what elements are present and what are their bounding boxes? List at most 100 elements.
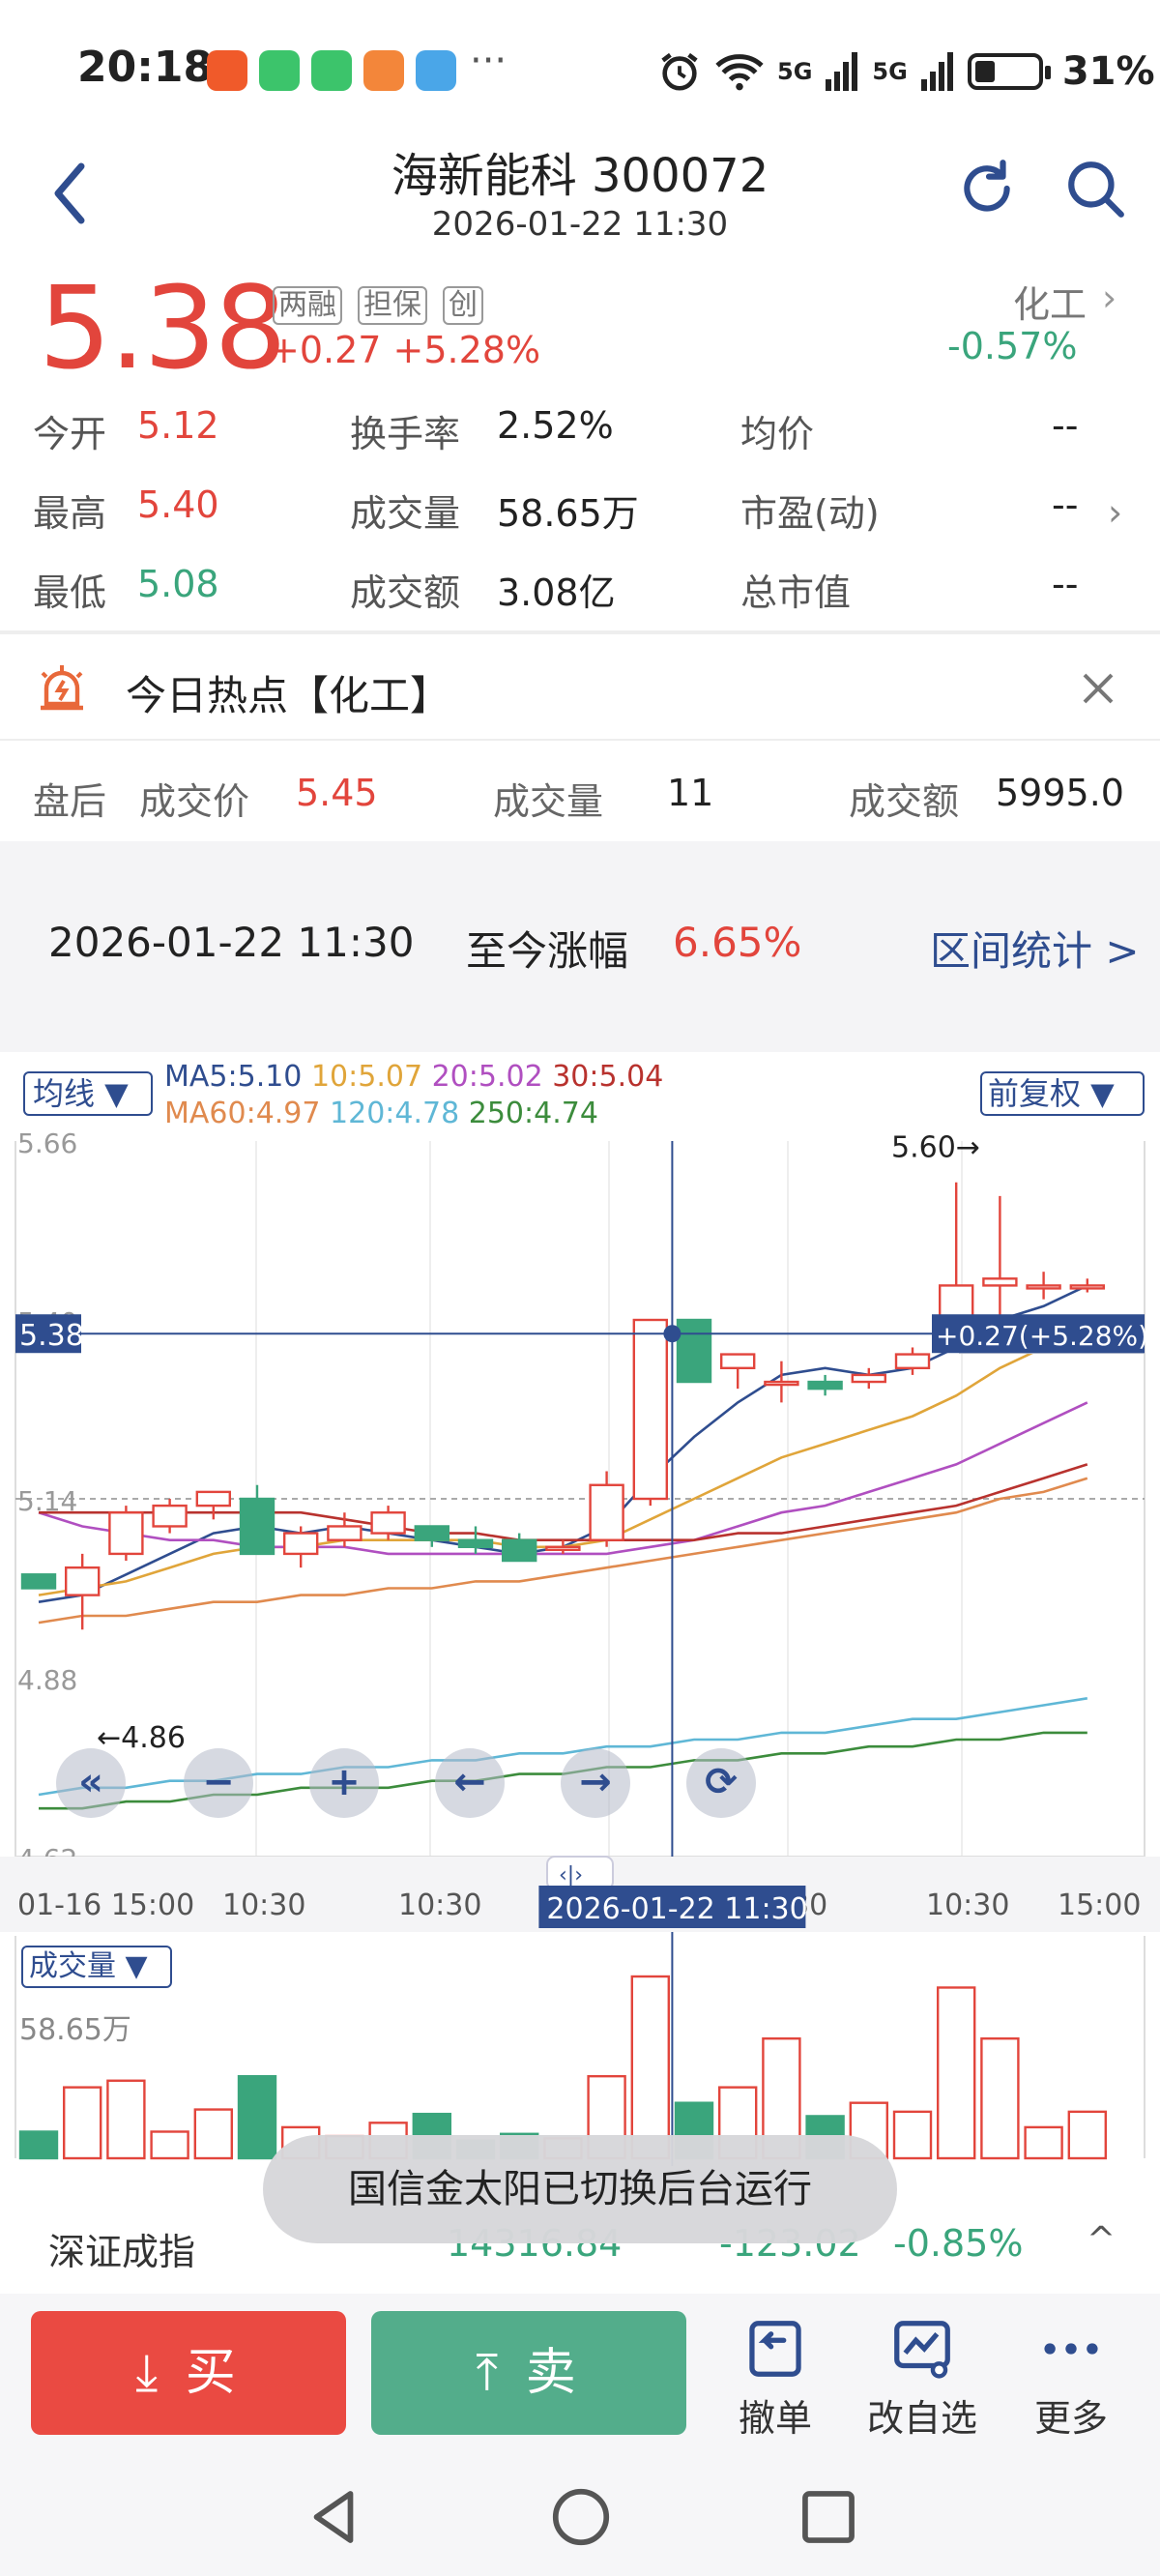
quote-label: 今开 (33, 413, 107, 455)
candle-body (152, 1504, 188, 1528)
candle-body (894, 1353, 931, 1370)
low-annotation: ←4.86 (97, 1721, 186, 1755)
buy-label: 买 (185, 2344, 242, 2402)
ma-legend-row1: MA5:5.10 10:5.07 20:5.02 30:5.04 (164, 1060, 663, 1094)
upload-arrow-icon: ⤒ (476, 2344, 505, 2402)
volume-bar (237, 2074, 277, 2160)
quote-value: -- (1052, 404, 1079, 447)
ma-select[interactable]: 均线 ▼ (23, 1071, 153, 1116)
index-name: 深证成指 (48, 2231, 196, 2273)
candle-body (764, 1380, 799, 1387)
after-hours-price: 5.45 (296, 772, 378, 814)
cancel-order-icon (749, 2321, 801, 2377)
quote-label: 换手率 (350, 413, 461, 455)
ma30-value: 30:5.04 (552, 1060, 664, 1094)
x-tick-label: 15:00 (1058, 1888, 1141, 1922)
x-tick-label: 10:30 (222, 1888, 305, 1922)
edit-watchlist-label: 改自选 (866, 2397, 977, 2440)
hotspot-banner[interactable]: 今日热点【化工】 (126, 663, 450, 722)
quote-value: 3.08亿 (497, 571, 616, 614)
volume-bar (980, 2036, 1020, 2160)
volume-bar (193, 2108, 234, 2160)
quote-label: 均价 (740, 413, 815, 455)
volume-bar (1024, 2125, 1063, 2160)
volume-select[interactable]: 成交量 ▼ (21, 1946, 172, 1988)
status-time: 20:18 (77, 43, 214, 92)
zoom-out-button[interactable]: − (184, 1748, 253, 1818)
candle-body (457, 1538, 494, 1549)
nav-back-icon[interactable] (300, 2483, 367, 2551)
after-hours-amount-label: 成交额 (849, 780, 960, 823)
notification-app-icon (363, 50, 404, 91)
alarm-bell-icon (41, 665, 83, 711)
book-app-icon (416, 50, 456, 91)
crosshair-price-label: 5.38 (19, 1319, 84, 1353)
toast-message: 国信金太阳已切换后台运行 (263, 2135, 897, 2243)
close-icon[interactable] (1075, 665, 1121, 712)
edit-watchlist-button[interactable]: 改自选 (845, 2315, 1000, 2441)
chart-right-button[interactable]: → (561, 1748, 630, 1818)
crosshair-dot (663, 1325, 682, 1343)
after-hours-price-label: 成交价 (139, 780, 250, 823)
tag-margin: 两融 (273, 286, 342, 325)
x-tick-label: 01-16 15:00 (17, 1888, 194, 1922)
more-dots-icon (1044, 2343, 1098, 2355)
chevron-right-icon[interactable]: › (1102, 277, 1116, 319)
y-tick-label: 4.88 (17, 1664, 77, 1696)
sector-change: -0.57% (947, 325, 1078, 367)
zoom-in-button[interactable]: + (309, 1748, 379, 1818)
ma120-value: 120:4.78 (330, 1097, 460, 1130)
candle-body (807, 1380, 843, 1390)
range-stats-link[interactable]: 区间统计 > (930, 919, 1140, 978)
candle-body (327, 1525, 362, 1541)
index-percent: -0.85% (893, 2222, 1024, 2265)
signal-icon (826, 52, 858, 91)
kline-chart[interactable]: 5.665.405.144.884.625.60→←4.865.38+0.27(… (0, 1054, 1160, 2166)
more-button[interactable]: 更多 (994, 2315, 1148, 2441)
quote-value: 5.08 (137, 563, 219, 605)
buy-button[interactable]: ⤓ 买 (31, 2311, 346, 2435)
sell-button[interactable]: ⤒ 卖 (371, 2311, 686, 2435)
chart-first-button[interactable]: « (56, 1748, 126, 1818)
candle-body (195, 1490, 232, 1508)
signal-icon (920, 52, 953, 91)
quote-label: 成交量 (350, 492, 461, 535)
candle-body (720, 1353, 756, 1370)
cancel-order-button[interactable]: 撤单 (698, 2315, 853, 2441)
quote-label: 最低 (33, 571, 107, 614)
refresh-icon[interactable] (955, 157, 1019, 220)
volume-bar (892, 2110, 933, 2160)
notification-app-icon (207, 50, 247, 91)
volume-bar (1067, 2110, 1108, 2160)
volume-max-label: 58.65万 (19, 2013, 131, 2047)
candle-body (1026, 1284, 1061, 1290)
candle-body (283, 1532, 319, 1556)
divider (0, 739, 1160, 741)
range-change-value: 6.65% (673, 919, 802, 966)
quote-more-chevron-icon[interactable]: › (1108, 491, 1122, 534)
ma250-value: 250:4.74 (468, 1097, 598, 1130)
crosshair-time-label: 2026-01-22 11:30 (546, 1892, 807, 1926)
candle-body (632, 1318, 668, 1501)
range-change-label: 至今涨幅 (466, 927, 629, 975)
nav-home-icon[interactable] (547, 2483, 615, 2551)
battery-icon (967, 53, 1051, 90)
candle-body (589, 1483, 624, 1541)
divider (0, 630, 1160, 634)
rotate-icon[interactable]: ⟳ (686, 1748, 756, 1818)
sector-name[interactable]: 化工 (1013, 275, 1087, 328)
quote-value: -- (1052, 483, 1079, 526)
download-arrow-icon: ⤓ (135, 2344, 164, 2402)
search-icon[interactable] (1063, 157, 1127, 220)
after-hours-label: 盘后 (33, 780, 107, 823)
adjust-select[interactable]: 前复权 ▼ (980, 1071, 1145, 1116)
quote-value: 5.40 (137, 483, 219, 526)
wechat-icon (259, 50, 300, 91)
status-more-icon: ··· (470, 39, 508, 83)
chart-left-button[interactable]: ← (435, 1748, 505, 1818)
ma-legend-row2: MA60:4.97 120:4.78 250:4.74 (164, 1097, 598, 1130)
status-bar: 20:18 ··· 5G 5G 31% (0, 0, 1160, 135)
expand-caret-icon[interactable]: ^ (1087, 2220, 1116, 2260)
nav-recents-icon[interactable] (795, 2483, 862, 2551)
scroll-handle-icon: ‹|› (559, 1863, 583, 1888)
